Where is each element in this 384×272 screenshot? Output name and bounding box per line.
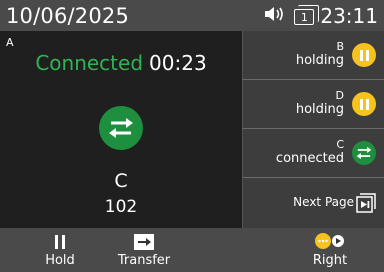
status-right: 1 23:11 xyxy=(264,4,378,28)
hold-softkey[interactable]: Hold xyxy=(30,228,90,272)
softkey-bar: Hold Transfer Right xyxy=(0,228,384,272)
pause-icon xyxy=(352,92,376,116)
line-tag: A xyxy=(6,36,14,49)
transfer-arrows-icon xyxy=(99,106,143,150)
call-list-item-d[interactable]: D holding xyxy=(242,80,384,129)
call-list-item-b[interactable]: B holding xyxy=(242,31,384,80)
pause-icon xyxy=(30,228,90,250)
status-time: 23:11 xyxy=(320,3,378,28)
status-bar: 10/06/2025 1 23:11 xyxy=(0,0,384,31)
line-key-icon: 1 xyxy=(294,5,320,25)
call-item-state: connected xyxy=(275,151,344,166)
call-item-name: B xyxy=(336,40,344,53)
more-icon xyxy=(300,228,360,250)
call-item-name: C xyxy=(336,138,344,151)
transfer-softkey[interactable]: Transfer xyxy=(114,228,174,272)
next-page-button[interactable]: Next Page xyxy=(242,178,384,228)
call-list: B holding D holding C connected Next Pag… xyxy=(242,31,384,228)
hold-label: Hold xyxy=(45,253,75,268)
caller-number: 102 xyxy=(104,197,138,217)
call-timer: 00:23 xyxy=(149,51,207,75)
next-page-label: Next Page xyxy=(293,195,354,209)
call-status-row: Connected 00:23 xyxy=(0,51,242,75)
right-label: Right xyxy=(312,253,348,268)
call-item-name: D xyxy=(335,89,344,102)
next-page-icon xyxy=(356,193,376,217)
call-item-state: holding xyxy=(295,53,344,68)
call-list-item-c[interactable]: C connected xyxy=(242,129,384,178)
status-date: 10/06/2025 xyxy=(6,3,130,28)
call-status: Connected xyxy=(35,51,144,75)
call-item-state: holding xyxy=(295,102,344,117)
transfer-arrows-icon xyxy=(352,141,376,165)
pause-icon xyxy=(352,43,376,67)
ringer-icon xyxy=(264,5,288,27)
transfer-label: Transfer xyxy=(117,253,171,268)
caller-name: C xyxy=(114,170,128,192)
active-call-panel[interactable]: A Connected 00:23 C 102 xyxy=(0,31,242,228)
right-softkey[interactable]: Right xyxy=(300,228,360,272)
transfer-icon xyxy=(114,228,174,250)
